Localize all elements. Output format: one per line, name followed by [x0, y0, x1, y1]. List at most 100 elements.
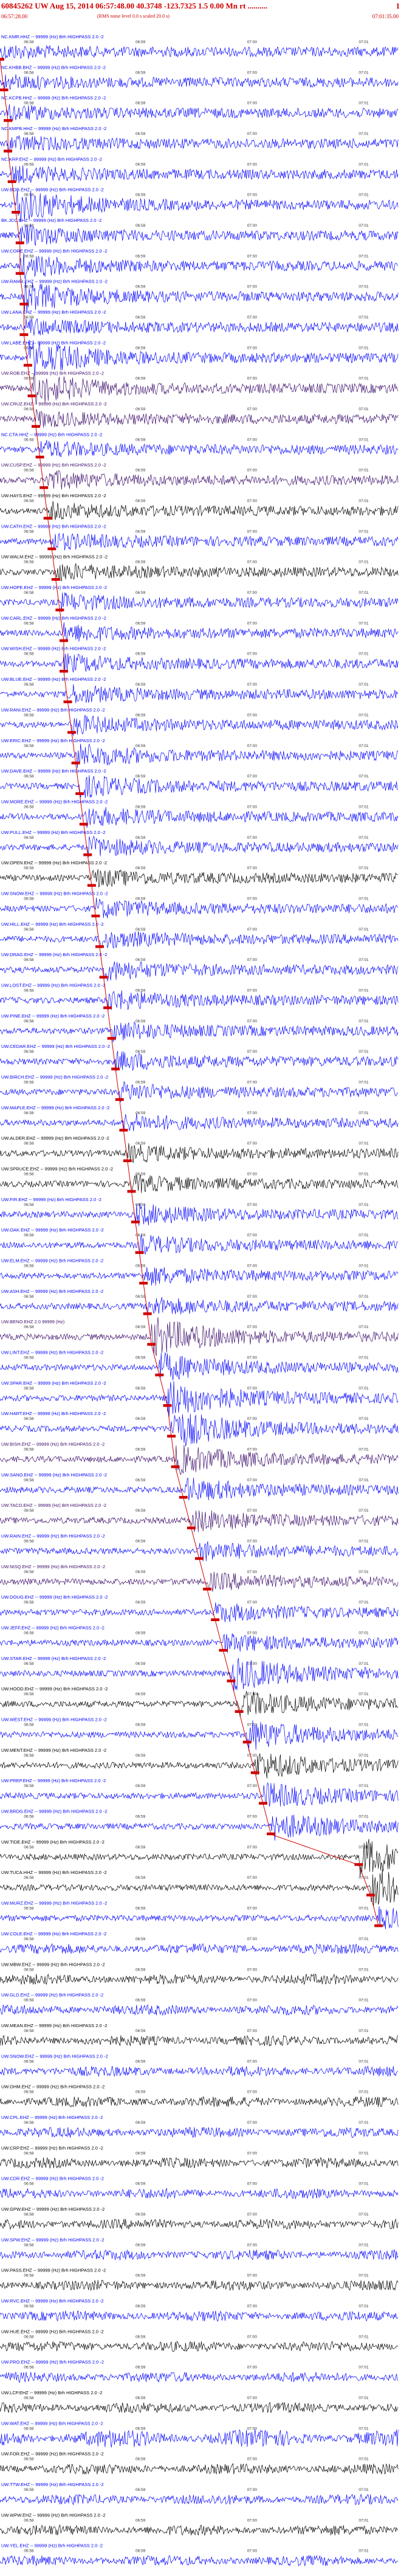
- waveform-trace: [0, 190, 399, 222]
- trace-row: UW.PREP.EHZ -- 99999 (Hz) Brh HIGHPASS 2…: [0, 1778, 399, 1807]
- waveform-trace: [0, 775, 399, 799]
- time-tick-label: 07:00: [247, 2549, 258, 2554]
- time-tick-label: 07:00: [247, 774, 258, 779]
- trace-label: NC.CTA.HHZ -- 99999 (Hz) Brh HIGHPASS 2.…: [1, 432, 102, 437]
- trace-row: UW.WPW.EHZ -- 99999 (Hz) Brh HIGHPASS 2.…: [0, 2512, 399, 2536]
- time-tick-label: 07:00: [247, 1142, 258, 1146]
- waveform-trace: [0, 2341, 399, 2352]
- trace-label: UW.YEL.EHZ -- 99999 (Hz) Brh HIGHPASS 2.…: [1, 2543, 103, 2549]
- waveform-trace: [0, 74, 399, 91]
- trace-label: UW.WEST.EHZ -- 99999 (Hz) Brh HIGHPASS 2…: [1, 1717, 107, 1723]
- time-tick-label: 07:01: [358, 866, 369, 870]
- time-tick-label: 06:58: [24, 102, 34, 106]
- time-tick-label: 07:01: [358, 407, 369, 412]
- time-tick-label: 07:01: [358, 1692, 369, 1696]
- time-tick-label: 06:59: [135, 71, 146, 75]
- time-tick-label: 07:00: [247, 1325, 258, 1329]
- phase-pick-marker: [55, 608, 64, 611]
- time-tick-label: 07:01: [358, 2457, 369, 2462]
- time-tick-label: 06:59: [135, 1692, 146, 1696]
- waveform-trace: [0, 2065, 399, 2077]
- phase-pick-marker: [7, 180, 16, 184]
- time-tick-label: 07:01: [358, 1203, 369, 1207]
- time-tick-label: 07:00: [247, 1723, 258, 1727]
- time-tick-label: 06:58: [24, 2426, 34, 2431]
- time-tick-label: 06:59: [135, 1540, 146, 1544]
- seismogram-plot: NC.KMR.HHZ -- 99999 (Hz) Brh HIGHPASS 2.…: [0, 34, 399, 2566]
- time-tick-label: 06:59: [135, 1356, 146, 1360]
- time-tick-label: 06:58: [24, 1111, 34, 1115]
- waveform-trace: [0, 1602, 399, 1622]
- trace-row: UW.RANI.EHZ -- 99999 (Hz) Brh HIGHPASS 2…: [0, 707, 399, 736]
- waveform-trace: [0, 1174, 399, 1194]
- time-tick-label: 07:00: [247, 2243, 258, 2247]
- time-tick-label: 06:59: [135, 285, 146, 289]
- trace-label: UW.WAT.EHZ -- 99999 (Hz) Brh HIGHPASS 2.…: [1, 2420, 103, 2426]
- time-tick-label: 06:58: [24, 805, 34, 809]
- pick-group: [0, 58, 383, 1927]
- trace-label: NC.KHBB.BHZ -- 99999 (Hz) Brh HIGHPASS 2…: [1, 64, 106, 70]
- time-tick-label: 07:00: [247, 2457, 258, 2462]
- time-tick-label: 06:59: [135, 1845, 146, 1850]
- time-tick-label: 07:00: [247, 1570, 258, 1574]
- waveform-trace: [0, 1113, 399, 1132]
- time-tick-label: 07:01: [358, 2151, 369, 2155]
- time-tick-label: 07:01: [358, 40, 369, 44]
- time-tick-label: 07:00: [247, 1600, 258, 1605]
- time-tick-label: 06:59: [135, 469, 146, 473]
- phase-pick-marker: [127, 1190, 136, 1193]
- time-tick-label: 06:59: [135, 1784, 146, 1788]
- time-tick-label: 06:59: [135, 2090, 146, 2095]
- time-tick-label: 06:59: [135, 560, 146, 565]
- time-tick-label: 06:59: [135, 224, 146, 228]
- time-tick-label: 06:59: [135, 2396, 146, 2400]
- phase-pick-marker: [250, 1771, 259, 1774]
- time-tick-label: 06:59: [135, 1111, 146, 1115]
- trace-row: UW.ROB.EHZ -- 99999 (Hz) Brh HIGHPASS 2.…: [0, 371, 399, 405]
- waveform-trace: [0, 869, 399, 888]
- time-tick-label: 07:01: [358, 1448, 369, 1452]
- time-tick-label: 07:01: [358, 1540, 369, 1544]
- trace-row: UW.ELM.EHZ -- 99999 (Hz) Brh HIGHPASS 2.…: [0, 1258, 399, 1286]
- waveform-trace: [0, 501, 399, 520]
- time-tick-label: 06:58: [24, 2029, 34, 2033]
- time-tick-label: 07:01: [358, 1386, 369, 1391]
- time-tick-label: 07:01: [358, 1050, 369, 1054]
- trace-row: UW.CUSP.EHZ -- 99999 (Hz) Brh HIGHPASS 2…: [0, 463, 399, 490]
- time-tick-label: 07:00: [247, 1050, 258, 1054]
- time-tick-label: 06:58: [24, 683, 34, 687]
- waveform-trace: [0, 280, 399, 313]
- time-tick-label: 07:00: [247, 1907, 258, 1911]
- trace-row: BK.JCC.BHZ -- 99999 (Hz) Brh HIGHPASS 2.…: [0, 218, 399, 246]
- time-tick-label: 06:59: [135, 1203, 146, 1207]
- phase-pick-marker: [15, 241, 24, 244]
- time-tick-label: 06:59: [135, 683, 146, 687]
- time-tick-label: 07:01: [358, 346, 369, 350]
- trace-row: UW.MAPLE.EHZ -- 99999 (Hz) Brh HIGHPASS …: [0, 1105, 399, 1132]
- time-tick-label: 06:58: [24, 2396, 34, 2400]
- time-tick-label: 07:01: [358, 621, 369, 625]
- time-tick-label: 07:00: [247, 1386, 258, 1391]
- trace-label: UW.PASS.EHZ -- 99999 (Hz) Brh HIGHPASS 2…: [1, 2268, 106, 2273]
- phase-pick-marker: [91, 914, 100, 918]
- trace-row: NC.KMR.HHZ -- 99999 (Hz) Brh HIGHPASS 2.…: [0, 34, 399, 61]
- waveform-trace: [0, 439, 399, 458]
- trace-label: UW.HOPE.EHZ -- 99999 (Hz) Brh HIGHPASS 2…: [1, 585, 107, 590]
- time-tick-label: 07:01: [358, 652, 369, 656]
- trace-label: UW.MAPLE.EHZ -- 99999 (Hz) Brh HIGHPASS …: [1, 1105, 109, 1111]
- time-tick-label: 07:00: [247, 560, 258, 565]
- time-tick-label: 06:58: [24, 193, 34, 198]
- trace-label: UW.WISH.EHZ -- 99999 (Hz) Brh HIGHPASS 2…: [1, 646, 106, 652]
- time-tick-label: 06:59: [135, 1019, 146, 1024]
- time-tick-label: 06:58: [24, 1233, 34, 1238]
- time-tick-label: 06:59: [135, 1448, 146, 1452]
- time-tick-label: 07:00: [247, 2366, 258, 2370]
- phase-pick-marker: [203, 1588, 212, 1591]
- trace-row: UW.BIRCH.EHZ -- 99999 (Hz) Brh HIGHPASS …: [0, 1075, 399, 1103]
- time-tick-label: 07:00: [247, 1356, 258, 1360]
- waveform-trace: [0, 2004, 399, 2016]
- time-tick-label: 07:00: [247, 1478, 258, 1483]
- trace-label: UW.CARL.EHZ -- 99999 (Hz) Brh HIGHPASS 2…: [1, 615, 106, 621]
- trace-row: UW.BOB.EHZ -- 99999 (Hz) Brh HIGHPASS 2.…: [0, 187, 399, 222]
- trace-label: UW.MBW.EHZ -- 99999 (Hz) Brh HIGHPASS 2.…: [1, 1961, 105, 1967]
